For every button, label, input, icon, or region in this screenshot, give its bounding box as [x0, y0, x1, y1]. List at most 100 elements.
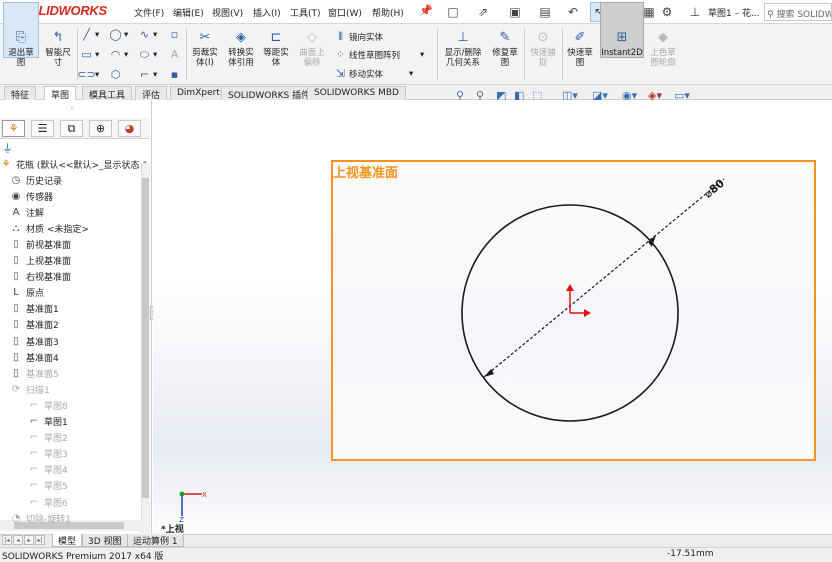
- menu-help[interactable]: 帮助(H): [372, 6, 404, 19]
- slot-tool[interactable]: ⊂⊃ ▾: [77, 68, 99, 81]
- next-tab-icon[interactable]: ▸: [24, 535, 34, 545]
- first-tab-icon[interactable]: |◂: [2, 535, 12, 545]
- pin-icon[interactable]: 📌: [419, 4, 433, 17]
- last-tab-icon[interactable]: ▸|: [35, 535, 45, 545]
- snap-icon: ⊙: [537, 30, 549, 45]
- top-plane-rectangle[interactable]: [331, 160, 816, 461]
- tree-item[interactable]: ▯ 右视基准面: [0, 269, 150, 285]
- new-document-icon[interactable]: □: [444, 2, 462, 22]
- tree-item[interactable]: ⌐ 草图2: [0, 430, 150, 446]
- tree-item[interactable]: ▯ 基准面1: [0, 301, 150, 317]
- move-entities-button[interactable]: ⇲ 移动实体 ▾: [334, 67, 413, 80]
- text-tool[interactable]: A: [168, 48, 181, 61]
- rectangle-tool[interactable]: ▭ ▾: [80, 48, 99, 61]
- tree-item[interactable]: A 注解: [0, 204, 150, 220]
- spline-tool[interactable]: ∿ ▾: [138, 28, 157, 41]
- propertymanager-tab-icon[interactable]: ☰: [31, 120, 54, 137]
- ellipse-tool[interactable]: ⬭ ▾: [138, 48, 157, 61]
- origin-icon: L: [13, 287, 19, 299]
- configurationmanager-tab-icon[interactable]: ⧉: [60, 120, 83, 137]
- tree-item[interactable]: ⌐ 草图5: [0, 478, 150, 494]
- sketch-icon: ⌐: [29, 496, 39, 508]
- offset-on-surface-button[interactable]: ◇ 曲面上 偏移: [295, 29, 329, 68]
- prev-tab-icon[interactable]: ◂: [13, 535, 23, 545]
- repair-sketch-button[interactable]: ✎ 修复草 图: [488, 29, 522, 68]
- tree-item[interactable]: ▯ 基准面5: [0, 365, 150, 381]
- convert-entities-button[interactable]: ◈ 转换实 体引用: [224, 29, 258, 68]
- panel-grip-icon[interactable]: ◦: [70, 104, 75, 113]
- menu-view[interactable]: 视图(V): [212, 6, 243, 19]
- plane-icon: ▯: [13, 255, 19, 266]
- tab-solidworks-addins[interactable]: SOLIDWORKS 插件: [221, 86, 318, 101]
- tree-item[interactable]: ◔ 切除-旋转1: [0, 510, 150, 526]
- circle-tool[interactable]: ◯ ▾: [109, 28, 128, 41]
- tree-item[interactable]: ⌐ 草图4: [0, 462, 150, 478]
- plane-tool[interactable]: ▪: [168, 68, 181, 81]
- tree-item[interactable]: ⌐ 草图3: [0, 446, 150, 462]
- tree-item[interactable]: ▯ 基准面3: [0, 333, 150, 349]
- menu-edit[interactable]: 编辑(E): [173, 6, 204, 19]
- point-tool[interactable]: ▫: [168, 28, 181, 41]
- tab-dimxpert[interactable]: DimXpert: [170, 86, 227, 100]
- dimxpertmanager-tab-icon[interactable]: ⊕: [89, 120, 112, 137]
- save-icon[interactable]: ▣: [506, 2, 524, 22]
- ellipse-icon: ⬭: [139, 47, 150, 61]
- pin-toolbar-icon[interactable]: ⊥: [686, 2, 704, 22]
- linear-pattern-button[interactable]: ⁘ 线性草图阵列 ▾: [334, 48, 424, 61]
- menu-window[interactable]: 窗口(W): [328, 6, 362, 19]
- tree-item-label: 注解: [26, 208, 45, 219]
- tree-root[interactable]: ⚘ 花瓶 (默认<<默认>_显示状态 1: [0, 156, 150, 172]
- tree-item[interactable]: ⌐ 草图6: [0, 494, 150, 510]
- undo-icon[interactable]: ↶: [564, 2, 582, 22]
- tab-solidworks-mbd[interactable]: SOLIDWORKS MBD: [307, 86, 406, 100]
- trim-entities-button[interactable]: ✂ 剪裁实 体(I): [188, 29, 222, 68]
- shaded-sketch-contours-button[interactable]: ◆ 上色草 图轮廓: [646, 29, 680, 68]
- tree-item[interactable]: ◉ 传感器: [0, 188, 150, 204]
- fillet-tool[interactable]: ⌐ ▾: [138, 68, 157, 81]
- tree-item[interactable]: ▯ 基准面4: [0, 349, 150, 365]
- tree-item[interactable]: ⌐ 草图8: [0, 397, 150, 413]
- sketch-icon: ⌐: [29, 448, 39, 460]
- quick-snaps-button[interactable]: ⊙ 快速捕 捉: [526, 29, 560, 68]
- menu-file[interactable]: 文件(F): [134, 6, 164, 19]
- menu-tools[interactable]: 工具(T): [290, 6, 321, 19]
- mirror-entities-button[interactable]: ⫴ 镜向实体: [334, 30, 383, 43]
- search-input[interactable]: ⚲ 搜索 SOLIDWORKS: [764, 3, 832, 21]
- tab-3d-view[interactable]: 3D 视图: [82, 534, 128, 547]
- featuremanager-tab-icon[interactable]: ⚘: [2, 120, 25, 137]
- polygon-tool[interactable]: ⬡: [109, 68, 122, 81]
- exit-sketch-button[interactable]: ⎘ 退出草 图: [5, 29, 37, 68]
- tab-sketch[interactable]: 草图: [44, 86, 77, 101]
- sketch-icon: ⌐: [29, 399, 39, 411]
- fillet-icon: ⌐: [139, 68, 150, 81]
- menu-insert[interactable]: 插入(I): [253, 6, 281, 19]
- tree-item[interactable]: ⛬ 材质 <未指定>: [0, 220, 150, 236]
- display-delete-relations-button[interactable]: ⊥ 显示/删除 几何关系: [440, 29, 486, 68]
- tab-model[interactable]: 模型: [52, 534, 83, 547]
- smart-dimension-button[interactable]: ↰ 智能尺 寸: [42, 29, 74, 68]
- tree-item[interactable]: ⟳ 扫描1: [0, 381, 150, 397]
- tab-motion-study[interactable]: 运动算例 1: [127, 534, 184, 547]
- instant2d-button[interactable]: ⊞ Instant2D: [601, 29, 643, 58]
- tree-item[interactable]: ▯ 上视基准面: [0, 253, 150, 269]
- tree-filter[interactable]: ⏚: [2, 140, 150, 156]
- tab-mold-tools[interactable]: 模具工具: [82, 86, 133, 101]
- tree-item[interactable]: ◷ 历史记录: [0, 172, 150, 188]
- tab-features[interactable]: 特征: [4, 86, 37, 101]
- tree-item[interactable]: ▯ 基准面2: [0, 317, 150, 333]
- tree-item[interactable]: L 原点: [0, 285, 150, 301]
- tab-evaluate[interactable]: 评估: [135, 86, 168, 101]
- tree-item-label: 材质 <未指定>: [26, 224, 89, 235]
- arc-tool[interactable]: ◠ ▾: [109, 48, 129, 61]
- line-tool[interactable]: ╱ ▾: [80, 28, 99, 41]
- options-gear-icon[interactable]: ⚙: [658, 2, 676, 22]
- displaymanager-tab-icon[interactable]: ◕: [118, 120, 141, 137]
- open-icon[interactable]: ⇗: [474, 2, 492, 22]
- tree-item[interactable]: ▯ 前视基准面: [0, 236, 150, 252]
- rapid-sketch-button[interactable]: ✐ 快速草 图: [563, 29, 597, 68]
- circle-icon: ◯: [109, 28, 122, 41]
- tree-item[interactable]: ⌐ 草图1: [0, 414, 150, 430]
- offset-entities-button[interactable]: ⊏ 等距实 体: [259, 29, 293, 68]
- text-icon: A: [170, 48, 179, 61]
- print-icon[interactable]: ▤: [536, 2, 554, 22]
